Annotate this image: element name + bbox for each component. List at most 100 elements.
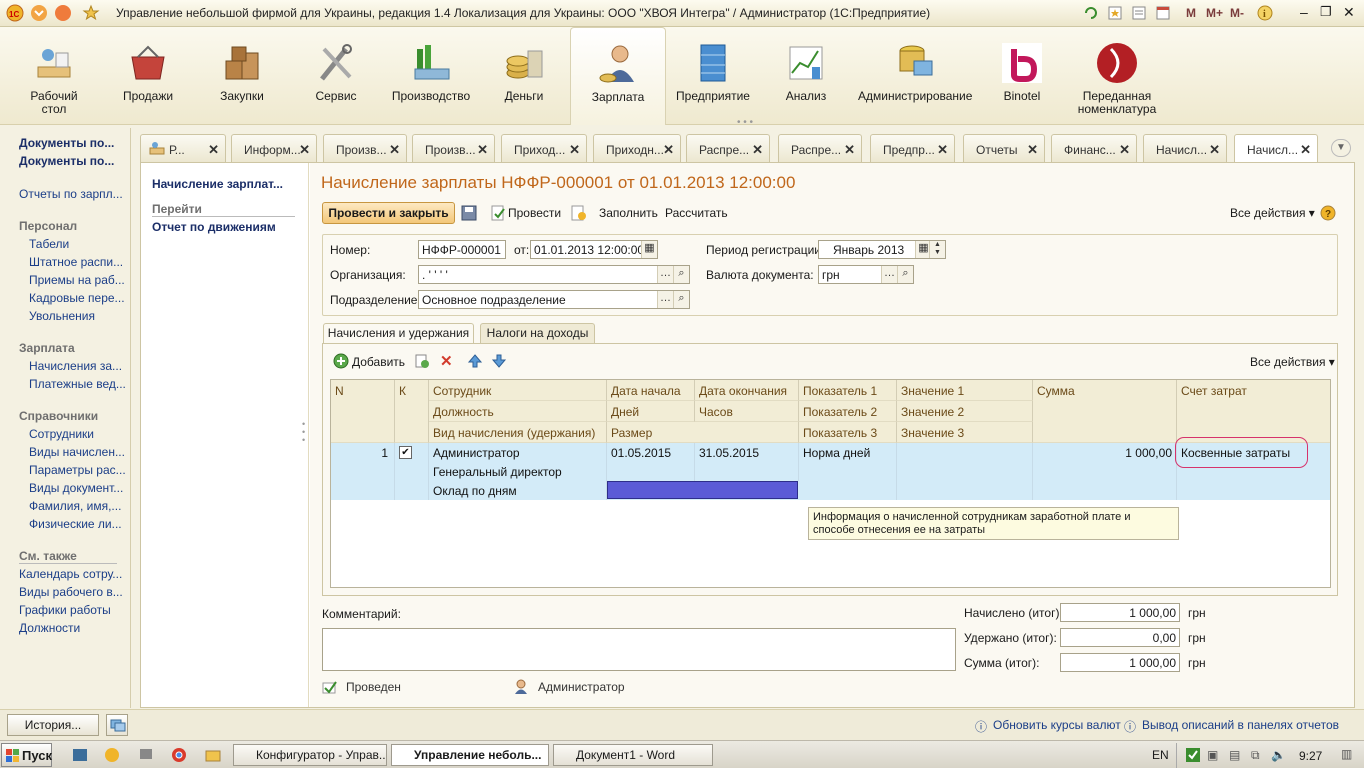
col-header-accrual-kind[interactable]: Вид начисления (удержания) bbox=[429, 422, 607, 443]
movements-report-link[interactable]: Отчет по движениям bbox=[152, 220, 276, 234]
close-tab-icon[interactable]: ✕ bbox=[1119, 142, 1130, 158]
close-tab-icon[interactable]: ✕ bbox=[569, 142, 580, 158]
period-spinner-icon[interactable]: ▲ ▼ bbox=[929, 241, 945, 258]
add-plus-icon[interactable] bbox=[333, 353, 349, 369]
nav-item-schedules[interactable]: Графики работы bbox=[19, 603, 129, 617]
start-button[interactable]: Пуск bbox=[1, 743, 52, 767]
history-icon[interactable] bbox=[1130, 4, 1148, 22]
col-header-indicator-1[interactable]: Показатель 1 bbox=[799, 380, 897, 401]
tab-accruals-deductions[interactable]: Начисления и удержания bbox=[323, 323, 474, 344]
cell-position[interactable]: Генеральный директор bbox=[429, 462, 607, 481]
nav-item-timesheets[interactable]: Табели bbox=[29, 237, 129, 251]
calculate-button[interactable]: Рассчитать bbox=[665, 206, 728, 220]
memory-plus-button[interactable]: M+ bbox=[1206, 6, 1223, 20]
nav-item-work-time-kinds[interactable]: Виды рабочего в... bbox=[19, 585, 129, 599]
calendar-icon[interactable] bbox=[1154, 4, 1172, 22]
close-tab-icon[interactable]: ✕ bbox=[844, 142, 855, 158]
col-header-position[interactable]: Должность bbox=[429, 401, 607, 422]
move-down-icon[interactable] bbox=[491, 353, 507, 369]
taskbar-word-document[interactable]: Документ1 - Word bbox=[553, 744, 713, 766]
nav-item-employee-calendar[interactable]: Календарь сотру... bbox=[19, 567, 129, 581]
windows-switch-icon[interactable] bbox=[106, 714, 128, 736]
memory-m-button[interactable]: M bbox=[1186, 6, 1196, 20]
nav-item-doc-kinds[interactable]: Виды документ... bbox=[29, 481, 129, 495]
col-header-indicator-3[interactable]: Показатель 3 bbox=[799, 422, 897, 443]
chrome-icon[interactable] bbox=[171, 747, 187, 763]
date-field[interactable]: 01.01.2013 12:00:00 ▦ bbox=[530, 240, 658, 259]
post-and-close-button[interactable]: Провести и закрыть bbox=[322, 202, 455, 224]
tab-window-3[interactable]: Произв... ✕ bbox=[323, 134, 407, 162]
taskbar-configurator[interactable]: Конфигуратор - Управ... bbox=[233, 744, 387, 766]
tab-window-4[interactable]: Произв... ✕ bbox=[412, 134, 495, 162]
close-tab-icon[interactable]: ✕ bbox=[1027, 142, 1038, 158]
col-header-cost-account[interactable]: Счет затрат bbox=[1177, 380, 1330, 443]
report-descriptions-link[interactable]: Вывод описаний в панелях отчетов bbox=[1142, 718, 1339, 732]
select-ellipsis-icon[interactable]: … bbox=[881, 266, 897, 283]
search-icon[interactable]: ⌕ bbox=[897, 266, 913, 283]
quicklaunch-app-icon[interactable] bbox=[72, 747, 88, 763]
cell-accrual-kind[interactable]: Оклад по дням bbox=[429, 481, 607, 500]
tab-window-11[interactable]: Финанс... ✕ bbox=[1051, 134, 1137, 162]
nav-item-transfers[interactable]: Кадровые пере... bbox=[29, 291, 129, 305]
period-field[interactable]: Январь 2013 ▦ ▲ ▼ bbox=[818, 240, 946, 259]
cell-start-date[interactable]: 01.05.2015 bbox=[607, 443, 695, 462]
form-nav-title[interactable]: Начисление зарплат... bbox=[152, 177, 283, 191]
close-tab-icon[interactable]: ✕ bbox=[1300, 142, 1311, 158]
tab-window-2[interactable]: Информ... ✕ bbox=[231, 134, 317, 162]
col-header-start-date[interactable]: Дата начала bbox=[607, 380, 695, 401]
search-icon[interactable]: ⌕ bbox=[673, 266, 689, 283]
col-header-sum[interactable]: Сумма bbox=[1033, 380, 1177, 443]
tab-window-9[interactable]: Предпр... ✕ bbox=[870, 134, 955, 162]
move-up-icon[interactable] bbox=[467, 353, 483, 369]
minimize-icon[interactable]: – bbox=[1300, 4, 1308, 20]
nav-item-payment-sheets[interactable]: Платежные вед... bbox=[29, 377, 129, 391]
add-row-button[interactable]: Добавить bbox=[352, 355, 405, 369]
col-header-indicator-2[interactable]: Показатель 2 bbox=[799, 401, 897, 422]
cell-size-selected[interactable] bbox=[607, 481, 798, 499]
cell-value-2[interactable] bbox=[897, 462, 1033, 481]
close-tab-icon[interactable]: ✕ bbox=[1209, 142, 1220, 158]
info-icon[interactable]: i bbox=[1256, 4, 1274, 22]
tab-window-10[interactable]: Отчеты ✕ bbox=[963, 134, 1045, 162]
favorites-star-icon[interactable] bbox=[82, 4, 100, 22]
cell-end-date[interactable]: 31.05.2015 bbox=[695, 443, 799, 462]
panel-splitter-icon[interactable]: • • • bbox=[737, 117, 753, 128]
section-binotel[interactable]: Binotel bbox=[992, 27, 1052, 125]
nav-item-dismissals[interactable]: Увольнения bbox=[29, 309, 129, 323]
nav-item-full-names[interactable]: Фамилия, имя,... bbox=[29, 499, 129, 513]
cell-value-3[interactable] bbox=[897, 481, 1033, 500]
cell-sum[interactable]: 1 000,00 bbox=[1033, 443, 1177, 500]
quicklaunch-1c-icon[interactable] bbox=[104, 747, 120, 763]
close-tab-icon[interactable]: ✕ bbox=[663, 142, 674, 158]
nav-docs-2[interactable]: Документы по... bbox=[19, 154, 142, 168]
explorer-folder-icon[interactable] bbox=[205, 747, 221, 763]
app-logo-icon[interactable]: 1С bbox=[6, 4, 24, 22]
nav-item-hiring[interactable]: Приемы на раб... bbox=[29, 273, 129, 287]
comment-field[interactable] bbox=[322, 628, 956, 671]
tab-window-12[interactable]: Начисл... ✕ bbox=[1143, 134, 1227, 162]
col-header-days[interactable]: Дней bbox=[607, 401, 695, 422]
currency-field[interactable]: грн… ⌕ bbox=[818, 265, 914, 284]
nav-item-accrual-kinds[interactable]: Виды начислен... bbox=[29, 445, 129, 459]
memory-minus-button[interactable]: M- bbox=[1230, 6, 1244, 20]
fill-doc-icon[interactable] bbox=[570, 205, 588, 221]
col-header-n[interactable]: N bbox=[331, 380, 395, 443]
tab-window-1[interactable]: Р... ✕ bbox=[140, 134, 226, 162]
organization-field[interactable]: . ' ' ' '… ⌕ bbox=[418, 265, 690, 284]
home-circle-icon[interactable] bbox=[54, 4, 72, 22]
tray-check-icon[interactable] bbox=[1185, 747, 1201, 763]
section-analysis[interactable]: Анализ bbox=[770, 27, 842, 125]
quicklaunch-network-icon[interactable] bbox=[138, 747, 154, 763]
tray-network-icon[interactable]: ⧉ bbox=[1251, 748, 1260, 763]
tabs-overflow-chevron-icon[interactable]: ▼ bbox=[1331, 139, 1351, 157]
col-header-employee[interactable]: Сотрудник bbox=[429, 380, 607, 401]
cell-days[interactable] bbox=[607, 462, 695, 481]
tray-app-icon[interactable]: ▣ bbox=[1207, 748, 1218, 762]
save-icon[interactable] bbox=[461, 205, 477, 221]
refresh-icon[interactable] bbox=[1082, 4, 1100, 22]
section-service[interactable]: Сервис bbox=[300, 27, 372, 125]
section-desktop[interactable]: Рабочий стол bbox=[18, 27, 90, 125]
section-transferred-items[interactable]: Переданная номенклатура bbox=[1070, 27, 1164, 125]
section-purchases[interactable]: Закупки bbox=[206, 27, 278, 125]
close-tab-icon[interactable]: ✕ bbox=[937, 142, 948, 158]
